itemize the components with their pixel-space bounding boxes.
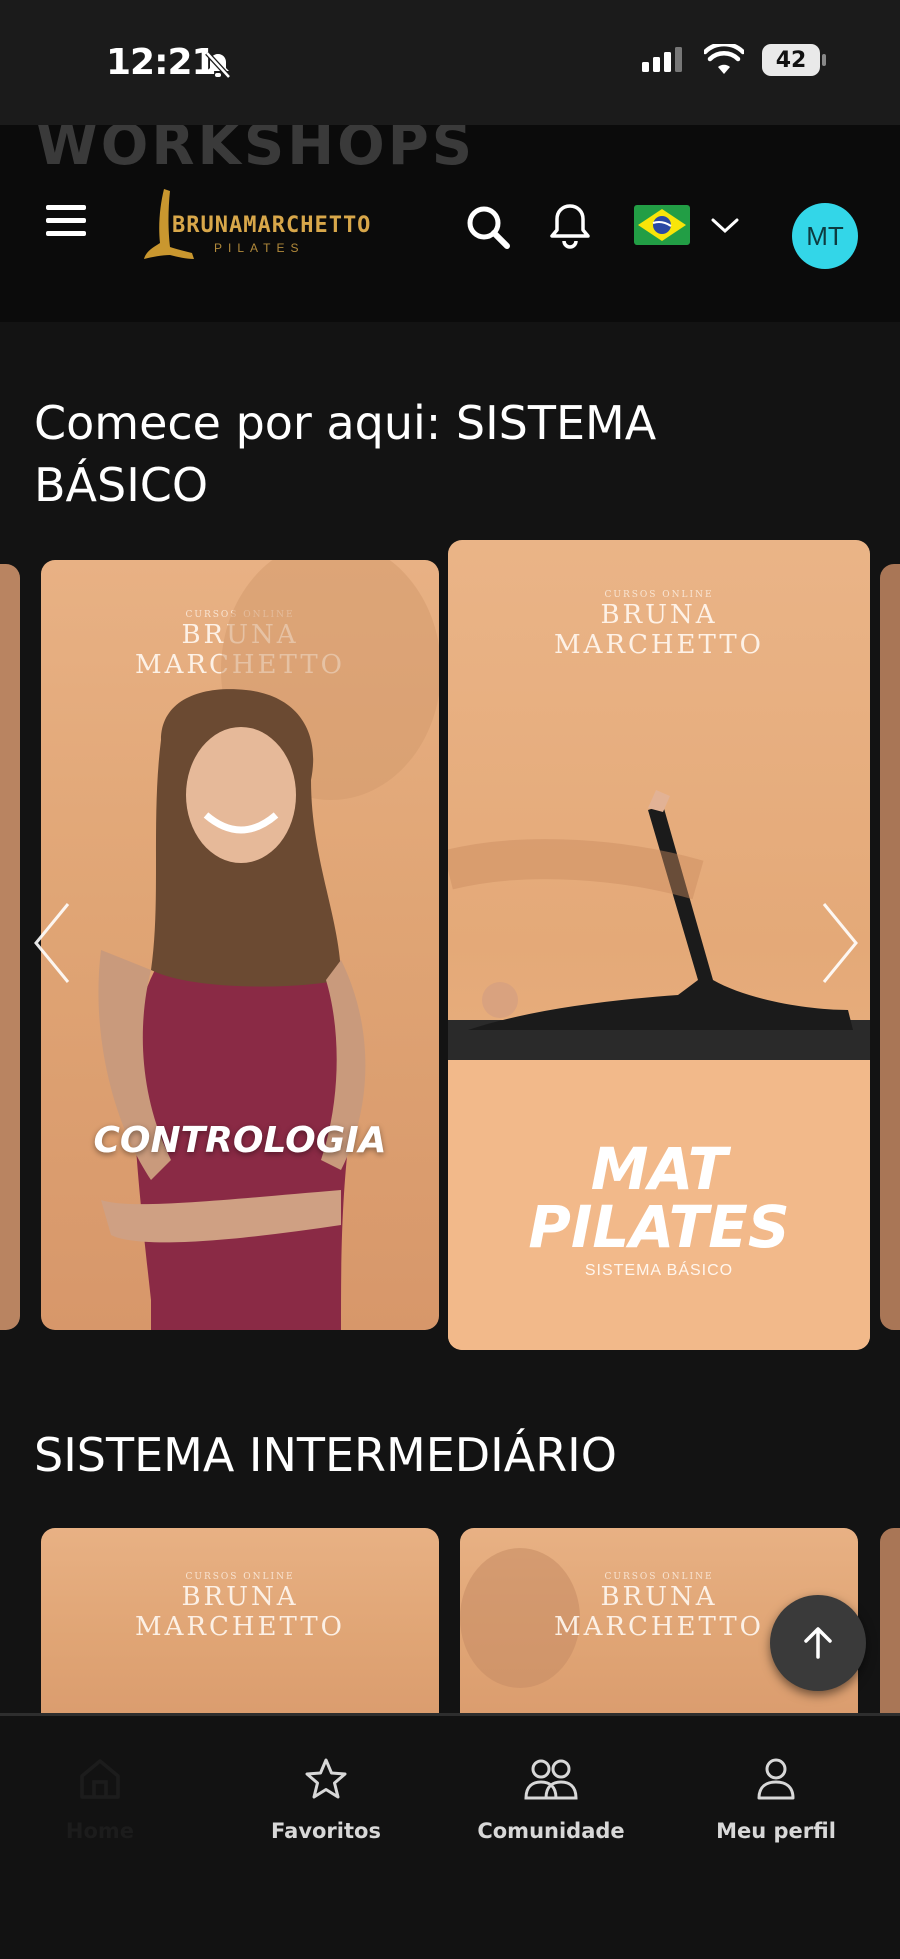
instructor-photo [98, 560, 439, 1330]
nav-favoritos[interactable]: Favoritos [236, 1756, 416, 1843]
nav-label: Favoritos [271, 1819, 381, 1843]
nav-label: Comunidade [477, 1819, 625, 1843]
nav-label: Meu perfil [716, 1819, 836, 1843]
card-title-line: PILATES [528, 1193, 790, 1261]
nav-home[interactable]: Home [10, 1756, 190, 1843]
cellular-signal-icon [642, 47, 682, 72]
menu-line [46, 205, 86, 210]
status-icons: 42 [642, 44, 826, 76]
wifi-icon [704, 44, 744, 74]
header-toolbar: BRUNAMARCHETTO PILATES MT [0, 165, 900, 275]
arrow-up-icon [804, 1627, 832, 1659]
language-selector[interactable] [634, 205, 756, 249]
card-title: MAT PILATES [448, 1140, 870, 1256]
course-card-mat-pilates[interactable]: CURSOS ONLINE BRUNA MARCHETTO MAT PILATE… [448, 540, 870, 1350]
nav-label: Home [65, 1819, 135, 1843]
course-card-partial[interactable] [0, 564, 20, 1330]
carousel-prev-arrow-icon[interactable] [28, 898, 78, 988]
app-header: WORKSHOPS BRUNAMARCHETTO PILATES MT [0, 125, 900, 322]
card-title-line: MAT [590, 1135, 728, 1203]
course-card-contrologia[interactable]: CURSOS ONLINE BRUNA MARCHETTO CONTROLOGI… [41, 560, 439, 1330]
battery-indicator: 42 [762, 44, 826, 76]
bottom-navigation: Home Favoritos Comunidade Meu perfil [0, 1713, 900, 1959]
course-card-partial[interactable] [880, 564, 900, 1330]
brand-small: CURSOS ONLINE [185, 1572, 295, 1582]
carousel-next-arrow-icon[interactable] [814, 898, 864, 988]
bell-muted-icon [205, 51, 231, 79]
brand-line: BRUNA [181, 1582, 299, 1612]
card-brand: CURSOS ONLINE BRUNA MARCHETTO [41, 1572, 439, 1642]
menu-line [46, 231, 86, 236]
card-subtitle: SISTEMA BÁSICO [584, 1262, 734, 1279]
brand-line: MARCHETTO [134, 1612, 345, 1642]
user-avatar[interactable]: MT [792, 203, 858, 269]
carousel-basico: CURSOS ONLINE BRUNA MARCHETTO CONTROLOGI… [0, 540, 900, 1350]
course-card-partial[interactable] [880, 1528, 900, 1714]
status-bar: 12:21 42 [0, 0, 900, 125]
carousel-intermediario: CURSOS ONLINE BRUNA MARCHETTO CURSOS ONL… [0, 1528, 900, 1714]
star-icon [305, 1758, 347, 1799]
menu-line [46, 218, 86, 223]
logo-text: BRUNAMARCHETTO [172, 213, 372, 238]
search-icon[interactable] [464, 203, 512, 251]
section-title-intermediario: SISTEMA INTERMEDIÁRIO [34, 1428, 617, 1482]
community-icon [524, 1759, 578, 1800]
menu-button[interactable] [46, 205, 86, 239]
notification-bell-icon[interactable] [548, 201, 592, 251]
section-title-basico: Comece por aqui: SISTEMA BÁSICO [34, 392, 656, 516]
section-title-line: Comece por aqui: SISTEMA [34, 396, 657, 450]
section-title-line: BÁSICO [34, 458, 209, 512]
profile-icon [757, 1758, 795, 1800]
chevron-down-icon [711, 218, 739, 234]
card-title: CONTROLOGIA [93, 1120, 387, 1161]
brazil-flag-icon [634, 205, 690, 245]
logo-subtext: PILATES [214, 241, 305, 255]
home-icon [80, 1759, 120, 1799]
nav-comunidade[interactable]: Comunidade [461, 1756, 641, 1843]
scroll-to-top-button[interactable] [770, 1595, 866, 1691]
brand-small: CURSOS ONLINE [604, 1572, 714, 1582]
status-time: 12:21 [106, 42, 217, 83]
course-card[interactable]: CURSOS ONLINE BRUNA MARCHETTO [41, 1528, 439, 1714]
brand-logo[interactable]: BRUNAMARCHETTO PILATES [142, 183, 370, 273]
nav-meu-perfil[interactable]: Meu perfil [686, 1756, 866, 1843]
